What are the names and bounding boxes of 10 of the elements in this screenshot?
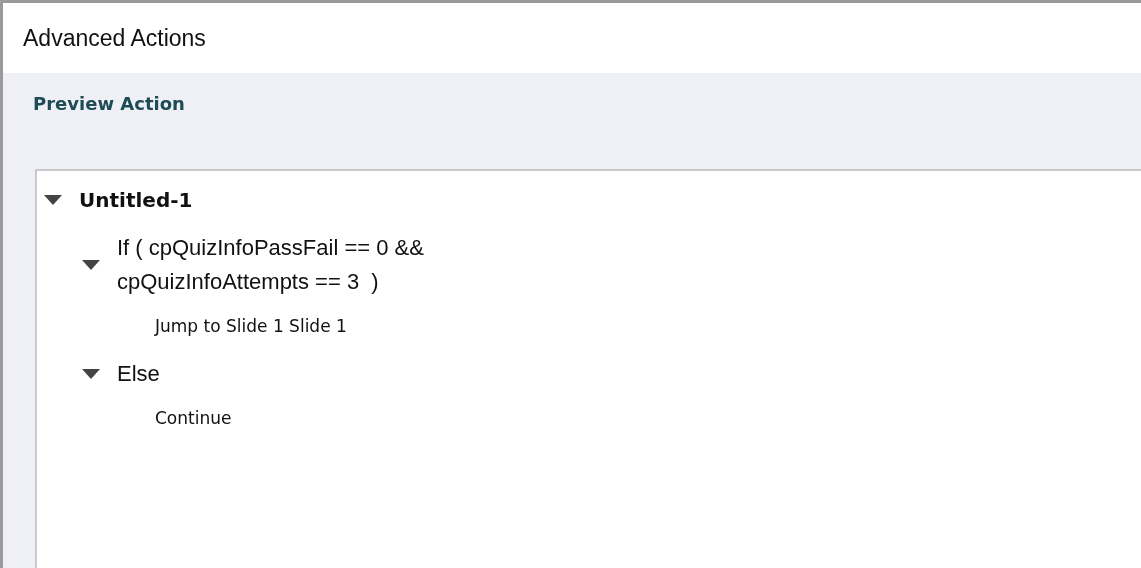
action-text: Jump to Slide 1 Slide 1 bbox=[155, 315, 347, 338]
collapse-triangle-icon[interactable] bbox=[81, 259, 101, 271]
action-name: Untitled-1 bbox=[79, 187, 193, 214]
section-title: Preview Action bbox=[33, 93, 185, 114]
window-title: Advanced Actions bbox=[23, 24, 206, 52]
condition-text: Else bbox=[117, 360, 160, 388]
condition-text: If ( cpQuizInfoPassFail == 0 && cpQuizInfoAttempts == 3 ) bbox=[117, 234, 424, 296]
collapse-triangle-icon[interactable] bbox=[81, 368, 101, 380]
collapse-triangle-icon[interactable] bbox=[43, 194, 63, 206]
action-text: Continue bbox=[155, 407, 232, 430]
